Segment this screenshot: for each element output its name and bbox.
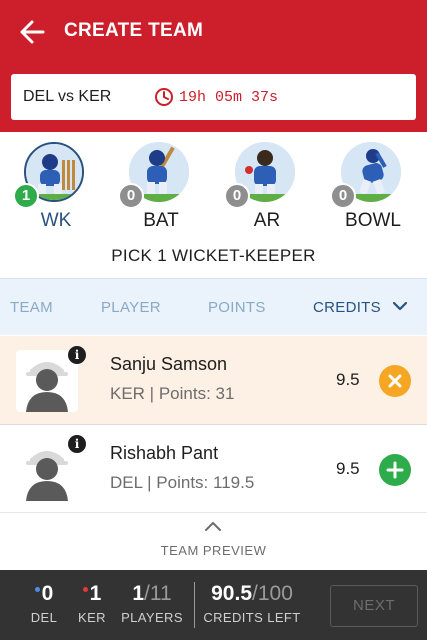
chevron-up-icon	[205, 522, 221, 531]
sort-bar: TEAM PLAYER POINTS CREDITS	[0, 278, 427, 335]
back-arrow-icon[interactable]	[18, 18, 46, 46]
info-icon[interactable]: i	[68, 435, 86, 453]
next-button[interactable]: NEXT	[330, 585, 418, 627]
role-tabs: 1 WK 0 BAT 0 AR 0 BOWL PICK 1 WICKET-KEE…	[0, 132, 427, 278]
footer-bar: 0 DEL 1 KER 1/11 PLAYERS 90.5/100 CREDIT…	[0, 570, 427, 640]
player-credits: 9.5	[336, 370, 360, 389]
del-dot	[34, 587, 40, 592]
player-credits: 9.5	[336, 459, 360, 478]
ker-dot	[82, 587, 88, 592]
tab-wk[interactable]: 1 WK	[13, 142, 99, 242]
add-player-button[interactable]	[379, 454, 411, 486]
role-label: AR	[253, 210, 281, 231]
player-name: Rishabh Pant	[110, 443, 219, 463]
header: CREATE TEAM DEL vs KER 19h 05m 37s	[0, 0, 427, 132]
sort-credits[interactable]: CREDITS	[313, 299, 381, 316]
tab-bowl[interactable]: 0 BOWL	[330, 142, 416, 242]
role-count-badge: 0	[224, 183, 250, 209]
team-preview-button[interactable]: TEAM PREVIEW	[0, 512, 427, 571]
role-count-badge: 1	[13, 183, 39, 209]
remove-player-button[interactable]	[379, 365, 411, 397]
role-label: BOWL	[345, 210, 401, 231]
role-count-badge: 0	[330, 183, 356, 209]
pick-instruction: PICK 1 WICKET-KEEPER	[111, 246, 316, 265]
tab-ar[interactable]: 0 AR	[224, 142, 310, 242]
team-preview-label: TEAM PREVIEW	[160, 543, 267, 558]
credits-left: 90.5/100 CREDITS LEFT	[203, 582, 301, 625]
info-icon[interactable]: i	[68, 346, 86, 364]
match-info-card: DEL vs KER 19h 05m 37s	[11, 74, 416, 120]
sort-team[interactable]: TEAM	[10, 299, 53, 316]
page-title: CREATE TEAM	[64, 20, 204, 41]
countdown-timer: 19h 05m 37s	[179, 89, 279, 106]
player-name: Sanju Samson	[110, 354, 228, 374]
plus-icon	[386, 461, 404, 479]
match-name: DEL vs KER	[23, 88, 112, 105]
clock-icon	[155, 88, 173, 106]
ker-count: 1 KER	[78, 582, 106, 625]
player-meta: KER | Points: 31	[110, 384, 235, 403]
player-meta: DEL | Points: 119.5	[110, 473, 255, 492]
sort-points[interactable]: POINTS	[208, 299, 266, 316]
close-icon	[388, 374, 402, 388]
footer-divider	[194, 582, 195, 628]
del-count: 0 DEL	[30, 582, 58, 625]
chevron-down-icon[interactable]	[392, 299, 408, 313]
sort-player[interactable]: PLAYER	[101, 299, 161, 316]
player-row[interactable]: i Sanju Samson KER | Points: 31 9.5	[0, 336, 427, 425]
role-count-badge: 0	[118, 183, 144, 209]
role-label: BAT	[143, 210, 179, 231]
player-row[interactable]: i Rishabh Pant DEL | Points: 119.5 9.5	[0, 425, 427, 514]
role-label: WK	[40, 210, 72, 231]
players-count: 1/11 PLAYERS	[121, 582, 183, 625]
tab-bat[interactable]: 0 BAT	[118, 142, 204, 242]
